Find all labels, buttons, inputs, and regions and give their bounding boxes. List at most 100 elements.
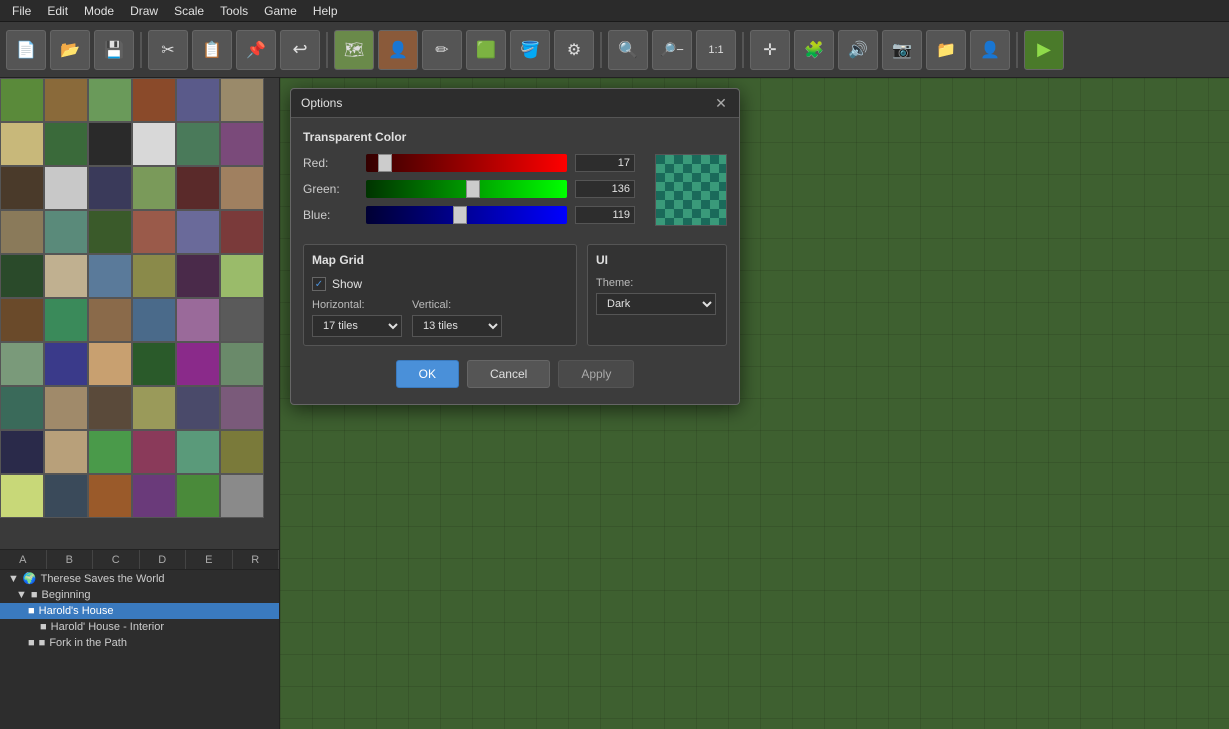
tile-cell[interactable] bbox=[176, 210, 220, 254]
tile-cell[interactable] bbox=[132, 474, 176, 518]
show-checkbox[interactable]: ✓ bbox=[312, 277, 326, 291]
undo-button[interactable]: ↩ bbox=[280, 30, 320, 70]
tile-cell[interactable] bbox=[44, 342, 88, 386]
red-slider[interactable] bbox=[366, 154, 567, 172]
tile-cell[interactable] bbox=[88, 386, 132, 430]
tile-cell[interactable] bbox=[220, 78, 264, 122]
ok-button[interactable]: OK bbox=[396, 360, 459, 388]
theme-select[interactable]: Dark Light Classic bbox=[596, 293, 716, 315]
tile-cell[interactable] bbox=[0, 254, 44, 298]
green-slider[interactable] bbox=[366, 180, 567, 198]
tile-cell[interactable] bbox=[220, 210, 264, 254]
tile-cell[interactable] bbox=[88, 254, 132, 298]
menu-file[interactable]: File bbox=[4, 2, 39, 20]
new-button[interactable]: 📄 bbox=[6, 30, 46, 70]
tile-cell[interactable] bbox=[88, 166, 132, 210]
tile-cell[interactable] bbox=[176, 430, 220, 474]
tile-cell[interactable] bbox=[0, 122, 44, 166]
save-button[interactable]: 💾 bbox=[94, 30, 134, 70]
tree-item-beginning[interactable]: ▼ ■ Beginning bbox=[0, 587, 279, 603]
settings-button[interactable]: ⚙ bbox=[554, 30, 594, 70]
tile-cell[interactable] bbox=[220, 166, 264, 210]
play-button[interactable]: ▶ bbox=[1024, 30, 1064, 70]
fill-button[interactable]: 🟩 bbox=[466, 30, 506, 70]
zoom-in-button[interactable]: 🔍 bbox=[608, 30, 648, 70]
tile-cell[interactable] bbox=[132, 122, 176, 166]
tile-cell[interactable] bbox=[132, 166, 176, 210]
tile-cell[interactable] bbox=[44, 122, 88, 166]
menu-mode[interactable]: Mode bbox=[76, 2, 122, 20]
vertical-select[interactable]: 13 tiles 17 tiles 9 tiles 5 tiles bbox=[412, 315, 502, 337]
tile-cell[interactable] bbox=[44, 210, 88, 254]
blue-spinbox[interactable] bbox=[575, 206, 635, 224]
menu-help[interactable]: Help bbox=[305, 2, 346, 20]
move-button[interactable]: ✛ bbox=[750, 30, 790, 70]
green-spinbox[interactable] bbox=[575, 180, 635, 198]
tile-cell[interactable] bbox=[44, 430, 88, 474]
pencil-button[interactable]: ✏ bbox=[422, 30, 462, 70]
char-button[interactable]: 👤 bbox=[970, 30, 1010, 70]
terrain-button[interactable]: 🗺 bbox=[334, 30, 374, 70]
cut-button[interactable]: ✂ bbox=[148, 30, 188, 70]
dialog-close-button[interactable]: ✕ bbox=[713, 95, 729, 111]
menu-tools[interactable]: Tools bbox=[212, 2, 256, 20]
tile-cell[interactable] bbox=[132, 342, 176, 386]
cancel-button[interactable]: Cancel bbox=[467, 360, 550, 388]
tile-cell[interactable] bbox=[132, 78, 176, 122]
tile-cell[interactable] bbox=[176, 342, 220, 386]
blue-slider[interactable] bbox=[366, 206, 567, 224]
horizontal-select[interactable]: 17 tiles 13 tiles 9 tiles 5 tiles bbox=[312, 315, 402, 337]
tile-cell[interactable] bbox=[176, 78, 220, 122]
apply-button[interactable]: Apply bbox=[558, 360, 634, 388]
tile-cell[interactable] bbox=[88, 298, 132, 342]
tile-cell[interactable] bbox=[220, 474, 264, 518]
tile-cell[interactable] bbox=[44, 254, 88, 298]
tile-cell[interactable] bbox=[88, 122, 132, 166]
tile-cell[interactable] bbox=[88, 210, 132, 254]
menu-draw[interactable]: Draw bbox=[122, 2, 166, 20]
tile-cell[interactable] bbox=[176, 166, 220, 210]
tile-cell[interactable] bbox=[220, 254, 264, 298]
tile-cell[interactable] bbox=[0, 78, 44, 122]
tile-cell[interactable] bbox=[132, 298, 176, 342]
tile-cell[interactable] bbox=[176, 298, 220, 342]
tileset-scroll[interactable] bbox=[0, 78, 279, 529]
tile-cell[interactable] bbox=[0, 166, 44, 210]
puzzle-button[interactable]: 🧩 bbox=[794, 30, 834, 70]
bucket-button[interactable]: 🪣 bbox=[510, 30, 550, 70]
tile-cell[interactable] bbox=[0, 474, 44, 518]
tile-cell[interactable] bbox=[176, 122, 220, 166]
zoom-out-button[interactable]: 🔎− bbox=[652, 30, 692, 70]
tile-cell[interactable] bbox=[0, 298, 44, 342]
tile-cell[interactable] bbox=[220, 298, 264, 342]
tile-cell[interactable] bbox=[132, 430, 176, 474]
tile-cell[interactable] bbox=[44, 78, 88, 122]
tile-cell[interactable] bbox=[132, 210, 176, 254]
menu-game[interactable]: Game bbox=[256, 2, 305, 20]
paste-button[interactable]: 📌 bbox=[236, 30, 276, 70]
camera-button[interactable]: 📷 bbox=[882, 30, 922, 70]
tree-item-fork[interactable]: ■ ■ Fork in the Path bbox=[0, 635, 279, 651]
tree-item-project[interactable]: ▼ 🌍 Therese Saves the World bbox=[0, 570, 279, 587]
tile-cell[interactable] bbox=[220, 386, 264, 430]
tile-cell[interactable] bbox=[0, 342, 44, 386]
tile-cell[interactable] bbox=[220, 342, 264, 386]
tile-cell[interactable] bbox=[88, 342, 132, 386]
player-button[interactable]: 👤 bbox=[378, 30, 418, 70]
tile-cell[interactable] bbox=[132, 254, 176, 298]
map-area[interactable]: Options ✕ Transparent Color Red: bbox=[280, 78, 1229, 729]
zoom-reset-button[interactable]: 1:1 bbox=[696, 30, 736, 70]
menu-scale[interactable]: Scale bbox=[166, 2, 212, 20]
tile-cell[interactable] bbox=[88, 430, 132, 474]
tile-cell[interactable] bbox=[0, 210, 44, 254]
menu-edit[interactable]: Edit bbox=[39, 2, 76, 20]
tile-cell[interactable] bbox=[132, 386, 176, 430]
red-spinbox[interactable] bbox=[575, 154, 635, 172]
open-button[interactable]: 📂 bbox=[50, 30, 90, 70]
folder-button[interactable]: 📁 bbox=[926, 30, 966, 70]
tile-cell[interactable] bbox=[44, 474, 88, 518]
tile-cell[interactable] bbox=[176, 386, 220, 430]
tile-cell[interactable] bbox=[176, 254, 220, 298]
tile-cell[interactable] bbox=[0, 386, 44, 430]
tile-cell[interactable] bbox=[88, 474, 132, 518]
